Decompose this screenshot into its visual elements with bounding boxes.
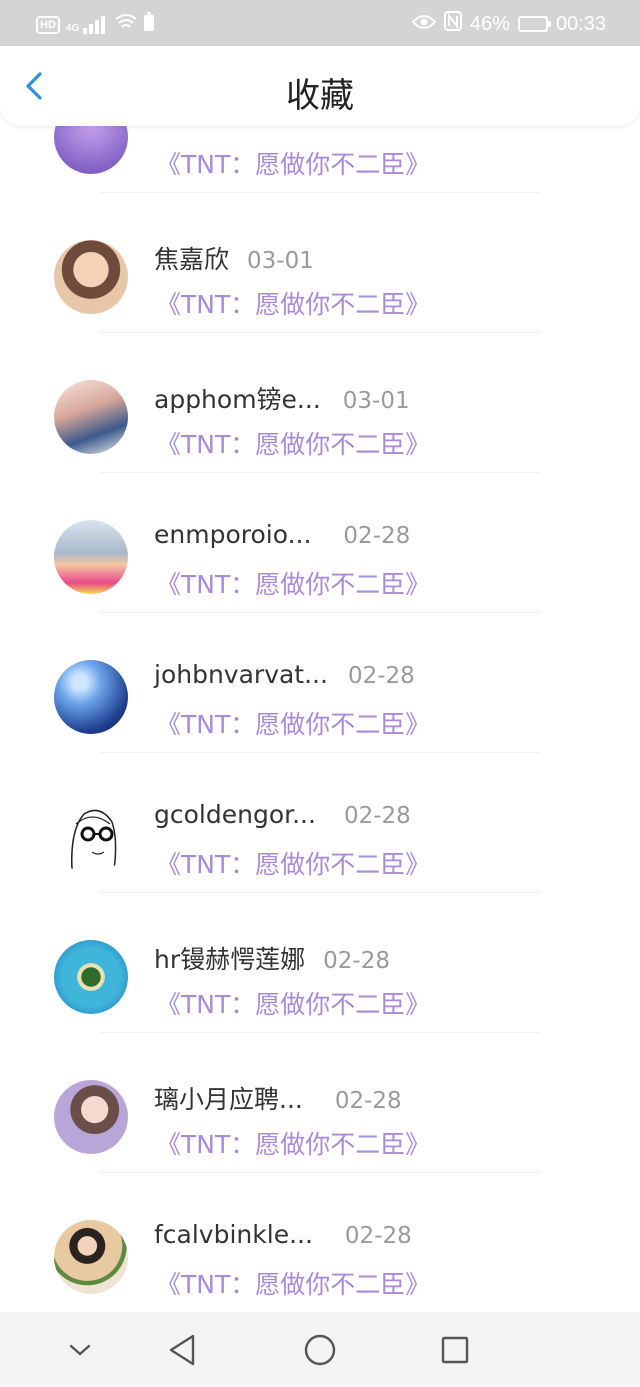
list-item-date: 03-01 — [342, 388, 410, 414]
list-item[interactable]: fcalvbinkle... 02-28 《TNT：愿做你不二臣》 — [0, 1220, 640, 1312]
list-item-subtitle: 《TNT：愿做你不二臣》 — [156, 430, 431, 459]
list-item[interactable]: apphom镑e... 03-01 《TNT：愿做你不二臣》 — [0, 380, 640, 520]
divider — [100, 1172, 540, 1173]
list-item[interactable]: hr镘赫愕莲娜 02-28 《TNT：愿做你不二臣》 — [0, 940, 640, 1080]
list-item[interactable]: 璃小月应聘... 02-28 《TNT：愿做你不二臣》 — [0, 1080, 640, 1220]
list-item-date: 02-28 — [344, 1223, 412, 1249]
list-item-date: 02-28 — [343, 523, 411, 549]
list-item-header: apphom镑e... 03-01 — [154, 380, 410, 416]
list-item[interactable]: 焦嘉欣 03-01 《TNT：愿做你不二臣》 — [0, 240, 640, 380]
hide-nav-button[interactable] — [60, 1330, 100, 1370]
avatar — [54, 380, 128, 454]
list-item-subtitle: 《TNT：愿做你不二臣》 — [156, 710, 431, 739]
list-item[interactable]: gcoldengor... 02-28 《TNT：愿做你不二臣》 — [0, 800, 640, 940]
list-item-subtitle: 《TNT：愿做你不二臣》 — [156, 850, 431, 879]
favorites-list[interactable]: 《TNT：愿做你不二臣》 焦嘉欣 03-01 《TNT：愿做你不二臣》 apph… — [0, 0, 640, 1312]
back-nav-button[interactable] — [162, 1330, 202, 1370]
circle-home-icon — [304, 1334, 336, 1366]
list-item-date: 02-28 — [347, 663, 415, 689]
list-item-subtitle: 《TNT：愿做你不二臣》 — [156, 990, 431, 1019]
list-item-name: enmporoio... — [154, 520, 312, 549]
chevron-down-icon — [69, 1344, 91, 1356]
page-title: 收藏 — [286, 76, 354, 116]
list-item-subtitle: 《TNT：愿做你不二臣》 — [156, 1270, 431, 1299]
home-nav-button[interactable] — [300, 1330, 340, 1370]
list-item-header: gcoldengor... 02-28 — [154, 800, 411, 829]
avatar — [54, 1080, 128, 1154]
list-item-header: 璃小月应聘... 02-28 — [154, 1080, 402, 1116]
recents-nav-button[interactable] — [435, 1330, 475, 1370]
triangle-back-icon — [169, 1334, 195, 1366]
avatar — [54, 940, 128, 1014]
list-item-date: 02-28 — [323, 948, 390, 974]
divider — [100, 612, 540, 613]
divider — [100, 892, 540, 893]
avatar — [54, 240, 128, 314]
list-item-header: enmporoio... 02-28 — [154, 520, 410, 549]
list-item-header: hr镘赫愕莲娜 02-28 — [154, 940, 390, 976]
avatar — [54, 800, 128, 874]
list-item-date: 03-01 — [247, 248, 314, 274]
list-item-header: 焦嘉欣 03-01 — [154, 240, 314, 276]
avatar — [54, 1220, 128, 1294]
list-item-subtitle: 《TNT：愿做你不二臣》 — [156, 290, 431, 319]
list-item-subtitle: 《TNT：愿做你不二臣》 — [156, 150, 431, 179]
divider — [100, 752, 540, 753]
nav-header: 收藏 — [0, 46, 640, 126]
list-item-name: fcalvbinkle... — [154, 1220, 313, 1249]
divider — [100, 472, 540, 473]
list-item-subtitle: 《TNT：愿做你不二臣》 — [156, 1130, 431, 1159]
list-item-name: gcoldengor... — [154, 800, 316, 829]
list-item-name: apphom镑e... — [154, 385, 321, 414]
sketch-portrait-icon — [71, 809, 117, 871]
list-item-name: 璃小月应聘... — [154, 1085, 303, 1114]
list-item-name: hr镘赫愕莲娜 — [154, 945, 306, 974]
list-item-header: johbnvarvat... 02-28 — [154, 660, 415, 689]
list-item-name: 焦嘉欣 — [154, 245, 230, 274]
list-item[interactable]: johbnvarvat... 02-28 《TNT：愿做你不二臣》 — [0, 660, 640, 800]
list-item-name: johbnvarvat... — [154, 660, 328, 689]
list-item-subtitle: 《TNT：愿做你不二臣》 — [156, 570, 431, 599]
divider — [100, 192, 540, 193]
list-item-date: 02-28 — [343, 803, 411, 829]
list-item-date: 02-28 — [334, 1088, 402, 1114]
divider — [100, 332, 540, 333]
square-recents-icon — [441, 1336, 469, 1364]
system-nav-bar — [0, 1312, 640, 1387]
divider — [100, 1032, 540, 1033]
list-item-header: fcalvbinkle... 02-28 — [154, 1220, 412, 1249]
avatar — [54, 660, 128, 734]
list-item[interactable]: enmporoio... 02-28 《TNT：愿做你不二臣》 — [0, 520, 640, 660]
avatar — [54, 520, 128, 594]
